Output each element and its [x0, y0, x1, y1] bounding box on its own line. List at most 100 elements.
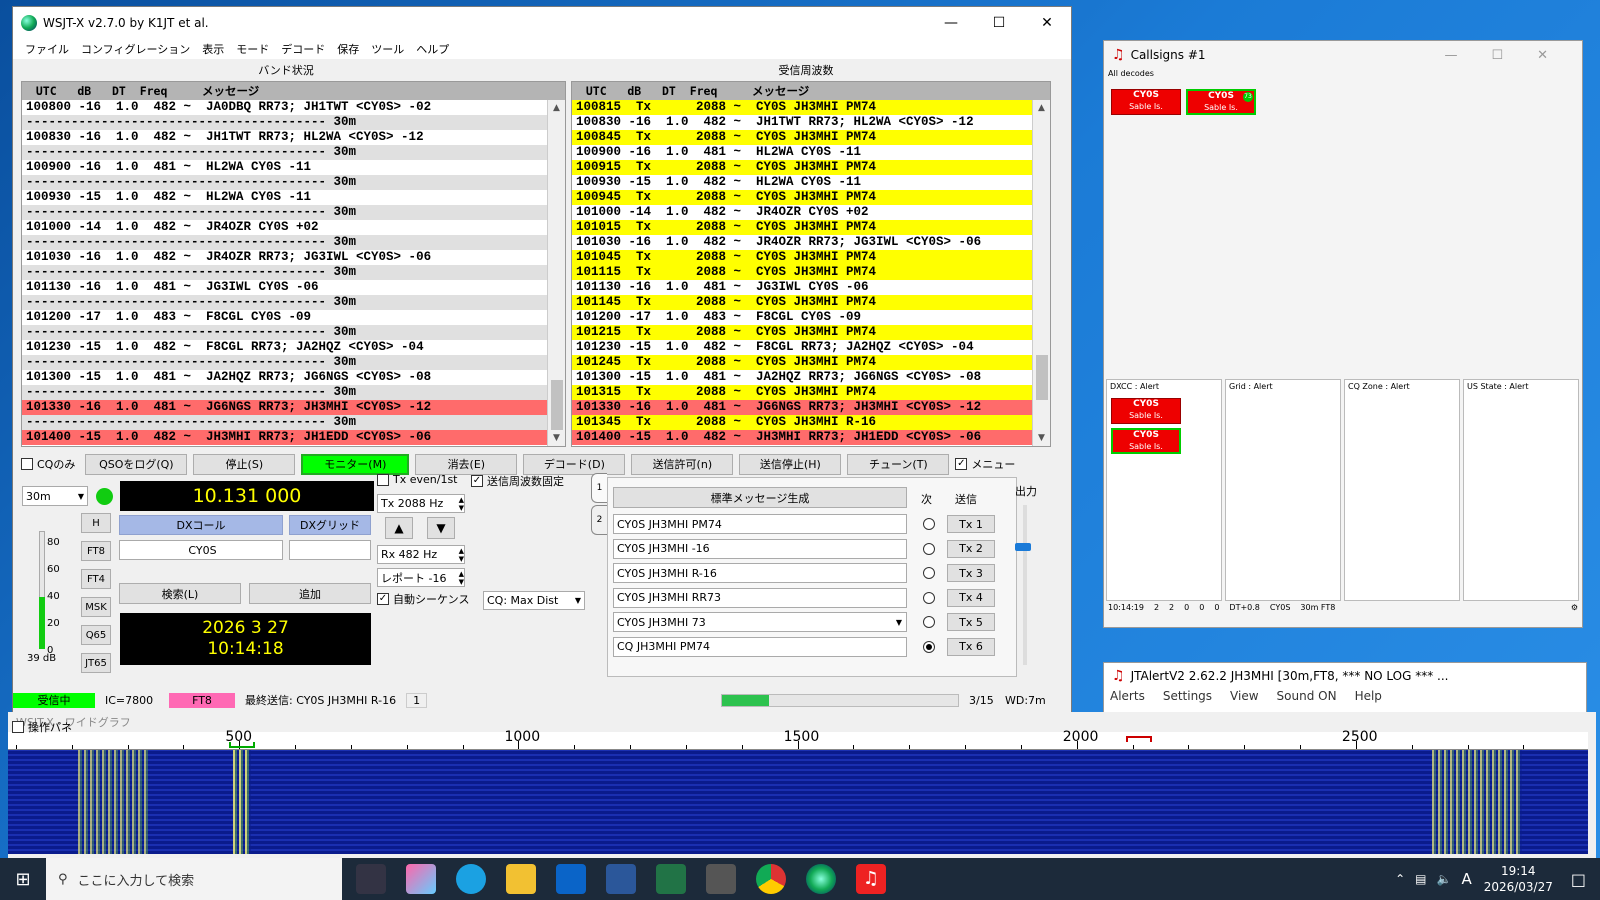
jtalert-menu-item[interactable]: Help [1355, 689, 1382, 703]
windows-start-icon[interactable]: ⊞ [0, 858, 46, 900]
notification-icon[interactable]: □ [1571, 870, 1586, 889]
menu-item[interactable]: ファイル [19, 41, 75, 57]
separator-row[interactable]: ----------------------------------------… [22, 265, 565, 280]
dx-grid-input[interactable] [289, 540, 371, 560]
taskbar-clock[interactable]: 19:14 2026/03/27 [1484, 863, 1553, 895]
enable-tx-button[interactable]: 送信許可(n) [631, 453, 734, 475]
cq-only-checkbox[interactable]: CQのみ [21, 456, 75, 472]
decode-row[interactable]: 101215 Tx 2088 ~ CY0S JH3MHI PM74 [572, 325, 1050, 340]
decode-row[interactable]: 101230 -15 1.0 482 ~ F8CGL RR73; JA2HQZ … [22, 340, 565, 355]
jtalert-menu-item[interactable]: View [1230, 689, 1258, 703]
decode-row[interactable]: 101030 -16 1.0 482 ~ JR4OZR RR73; JG3IWL… [22, 250, 565, 265]
decode-row[interactable]: 100800 -16 1.0 482 ~ JA0DBQ RR73; JH1TWT… [22, 100, 565, 115]
decode-row[interactable]: 101400 -15 1.0 482 ~ JH3MHI RR73; JH1EDD… [22, 430, 565, 445]
store-icon[interactable] [706, 864, 736, 894]
tx-frequency-marker[interactable] [1125, 736, 1152, 742]
tx-freq-spinbox[interactable]: Tx 2088 Hz ▲ ▼ [377, 494, 465, 513]
add-button[interactable]: 追加 [249, 583, 371, 604]
tx-message-6[interactable]: CQ JH3MHI PM74 [613, 636, 907, 657]
word-icon[interactable] [606, 864, 636, 894]
decode-row[interactable]: 100830 -16 1.0 482 ~ JH1TWT RR73; HL2WA … [22, 130, 565, 145]
decode-row[interactable]: 101000 -14 1.0 482 ~ JR4OZR CY0S +02 [22, 220, 565, 235]
lookup-button[interactable]: 検索(L) [119, 583, 241, 604]
chevron-up-icon[interactable]: ⌃ [1395, 872, 1405, 886]
next-radio-2[interactable] [923, 542, 935, 555]
mode-button-h[interactable]: H [81, 513, 111, 533]
decode-row[interactable]: 101115 Tx 2088 ~ CY0S JH3MHI PM74 [572, 265, 1050, 280]
stop-button[interactable]: 停止(S) [193, 453, 296, 475]
separator-row[interactable]: ----------------------------------------… [22, 235, 565, 250]
decode-row[interactable]: 101245 Tx 2088 ~ CY0S JH3MHI PM74 [572, 355, 1050, 370]
menu-item[interactable]: モード [230, 41, 275, 57]
halt-tx-button[interactable]: 送信停止(H) [739, 453, 842, 475]
excel-icon[interactable] [656, 864, 686, 894]
tx-message-3[interactable]: CY0S JH3MHI R-16 [613, 563, 907, 583]
decode-row[interactable]: 101030 -16 1.0 482 ~ JR4OZR RR73; JG3IWL… [572, 235, 1050, 250]
next-radio-6[interactable] [923, 640, 935, 653]
rx-freq-spinbox[interactable]: Rx 482 Hz ▲ ▼ [377, 545, 465, 564]
callsign-tile[interactable]: CY0S Sable Is. [1111, 89, 1181, 115]
tx-message-2[interactable]: CY0S JH3MHI -16 [613, 538, 907, 559]
mode-button-ft8[interactable]: FT8 [81, 541, 111, 561]
frequency-scale[interactable]: 500 1000 1500 2000 2500 [8, 729, 1588, 750]
decode-row[interactable]: 101130 -16 1.0 481 ~ JG3IWL CY0S -06 [22, 280, 565, 295]
decode-row[interactable]: 100930 -15 1.0 482 ~ HL2WA CY0S -11 [22, 190, 565, 205]
edge-browser-icon[interactable] [456, 864, 486, 894]
decode-row[interactable]: 101315 Tx 2088 ~ CY0S JH3MHI PM74 [572, 385, 1050, 400]
report-spinbox[interactable]: レポート -16 ▲ ▼ [377, 568, 465, 587]
mode-button-msk[interactable]: MSK [81, 597, 111, 617]
scroll-up-icon[interactable]: ▲ [1033, 100, 1050, 116]
file-explorer-icon[interactable] [506, 864, 536, 894]
decode-row[interactable]: 100900 -16 1.0 481 ~ HL2WA CY0S -11 [572, 145, 1050, 160]
scroll-thumb[interactable] [1036, 355, 1048, 400]
outlook-icon[interactable] [556, 864, 586, 894]
jtalert-taskbar-icon[interactable]: ♫ [856, 864, 886, 894]
send-tx1-button[interactable]: Tx 1 [947, 515, 995, 533]
menu-item[interactable]: コンフィグレーション [75, 41, 196, 57]
menu-checkbox[interactable]: ✓ メニュー [955, 456, 1015, 472]
rx-frequency-marker[interactable] [229, 742, 256, 748]
chrome-icon[interactable] [756, 864, 786, 894]
close-button[interactable]: ✕ [1023, 7, 1071, 39]
rx-frequency-scrollbar[interactable]: ▲ ▼ [1032, 100, 1050, 446]
separator-row[interactable]: ----------------------------------------… [22, 175, 565, 190]
decode-row[interactable]: 101345 Tx 2088 ~ CY0S JH3MHI R-16 [572, 415, 1050, 430]
separator-row[interactable]: ----------------------------------------… [22, 355, 565, 370]
menu-item[interactable]: ツール [365, 41, 410, 57]
ime-indicator[interactable]: A [1461, 870, 1471, 888]
tx-message-4[interactable]: CY0S JH3MHI RR73 [613, 587, 907, 608]
log-qso-button[interactable]: QSOをログ(Q) [85, 453, 188, 475]
decode-row[interactable]: 101330 -16 1.0 481 ~ JG6NGS RR73; JH3MHI… [22, 400, 565, 415]
decode-row[interactable]: 100930 -15 1.0 482 ~ HL2WA CY0S -11 [572, 175, 1050, 190]
decode-row[interactable]: 101200 -17 1.0 483 ~ F8CGL CY0S -09 [572, 310, 1050, 325]
separator-row[interactable]: ----------------------------------------… [22, 325, 565, 340]
generate-messages-button[interactable]: 標準メッセージ生成 [613, 487, 907, 508]
decode-row[interactable]: 101300 -15 1.0 481 ~ JA2HQZ RR73; JG6NGS… [22, 370, 565, 385]
gear-icon[interactable]: ⚙ [1571, 603, 1578, 612]
mode-button-q65[interactable]: Q65 [81, 625, 111, 645]
band-activity-pane[interactable]: UTC dB DT Freq メッセージ 100800 -16 1.0 482 … [21, 81, 566, 447]
rx-frequency-pane[interactable]: UTC dB DT Freq メッセージ 100815 Tx 2088 ~ CY… [571, 81, 1051, 447]
maximize-button[interactable]: ☐ [975, 7, 1023, 39]
decode-row[interactable]: 101000 -14 1.0 482 ~ JR4OZR CY0S +02 [572, 205, 1050, 220]
send-tx5-button[interactable]: Tx 5 [947, 613, 995, 631]
separator-row[interactable]: ----------------------------------------… [22, 415, 565, 430]
next-radio-4[interactable] [923, 591, 935, 604]
decode-row[interactable]: 101400 -15 1.0 482 ~ JH3MHI RR73; JH1EDD… [572, 430, 1050, 445]
send-tx2-button[interactable]: Tx 2 [947, 539, 995, 558]
copilot-icon[interactable] [406, 864, 436, 894]
cq-dist-select[interactable]: CQ: Max Dist ▼ [483, 591, 585, 610]
next-radio-5[interactable] [923, 616, 935, 628]
minimize-button[interactable]: — [927, 7, 975, 39]
rx-to-tx-down-icon[interactable]: ▼ [427, 517, 455, 539]
separator-row[interactable]: ----------------------------------------… [22, 385, 565, 400]
tx-message-1[interactable]: CY0S JH3MHI PM74 [613, 514, 907, 534]
tx-to-rx-up-icon[interactable]: ▲ [385, 517, 413, 539]
tune-button[interactable]: チューン(T) [847, 453, 950, 475]
next-radio-1[interactable] [923, 518, 935, 530]
decode-row[interactable]: 100845 Tx 2088 ~ CY0S JH3MHI PM74 [572, 130, 1050, 145]
decode-row[interactable]: 101015 Tx 2088 ~ CY0S JH3MHI PM74 [572, 220, 1050, 235]
mode-button-jt65[interactable]: JT65 [81, 653, 111, 673]
tx-even-checkbox[interactable]: Tx even/1st [377, 473, 458, 486]
send-tx4-button[interactable]: Tx 4 [947, 588, 995, 607]
